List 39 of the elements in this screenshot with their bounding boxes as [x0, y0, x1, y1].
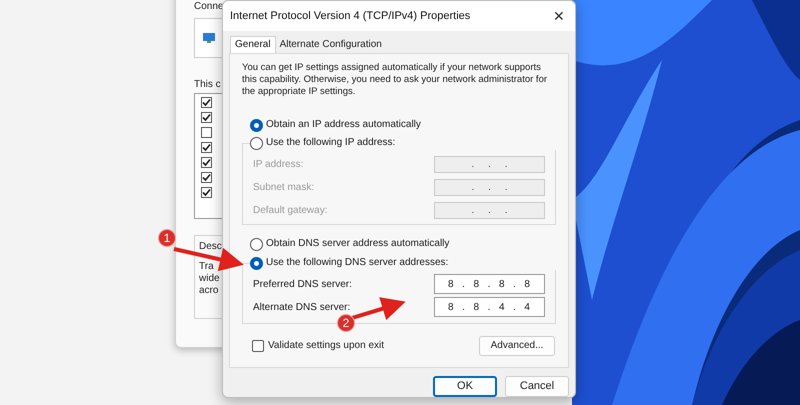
close-button[interactable]: ✕ [553, 8, 565, 23]
radio-button[interactable] [250, 136, 263, 150]
checkbox[interactable] [201, 127, 212, 138]
cancel-button[interactable]: Cancel [505, 376, 569, 397]
intro-text: You can get IP settings assigned automatically if your network supports this capability. Otherwise, you need to ask your network administrator for the appropriate IP settings. [242, 62, 548, 98]
radio-label: Obtain DNS server address automatically [266, 239, 450, 250]
field-label: Alternate DNS server: [253, 300, 350, 315]
ip-input-field[interactable]: 8 . 8 . 4 . 4 [434, 297, 545, 318]
checkbox[interactable] [201, 142, 212, 153]
section-label: This c [194, 78, 221, 92]
field-label: Preferred DNS server: [253, 278, 352, 292]
section-label: Conne [194, 1, 224, 13]
checkbox[interactable] [201, 112, 212, 123]
checkbox[interactable] [252, 340, 264, 352]
step-badge: 1 [158, 229, 176, 247]
checkbox[interactable] [201, 97, 212, 108]
checkbox[interactable] [201, 157, 212, 168]
field-label: IP address: [253, 158, 304, 172]
radio-button[interactable] [250, 256, 263, 270]
arrow [351, 297, 406, 320]
window-title: Internet Protocol Version 4 (TCP/IPv4) Properties [230, 8, 470, 24]
radio-label: Use the following IP address: [266, 138, 396, 148]
tab[interactable]: General [230, 36, 276, 53]
radio-label: Obtain an IP address automatically [266, 120, 421, 130]
ok-button[interactable]: OK [433, 376, 497, 397]
description-text: Tra wide acro [199, 261, 220, 297]
field-label: Subnet mask: [253, 180, 314, 195]
radio-button[interactable] [250, 118, 263, 132]
checkbox[interactable] [201, 172, 212, 183]
description-label: Desc [199, 240, 222, 253]
advanced-button[interactable]: Advanced... [479, 336, 555, 356]
ip-input-field[interactable]: 8 . 8 . 8 . 8 [434, 274, 545, 294]
network-icon [202, 32, 216, 44]
radio-label: Use the following DNS server addresses: [266, 258, 448, 268]
checkbox-label: Validate settings upon exit [268, 339, 384, 354]
checkbox[interactable] [201, 187, 212, 198]
radio-button[interactable] [250, 238, 263, 251]
tab[interactable]: Alternate Configuration [276, 38, 386, 53]
field-label: Default gateway: [253, 204, 328, 218]
